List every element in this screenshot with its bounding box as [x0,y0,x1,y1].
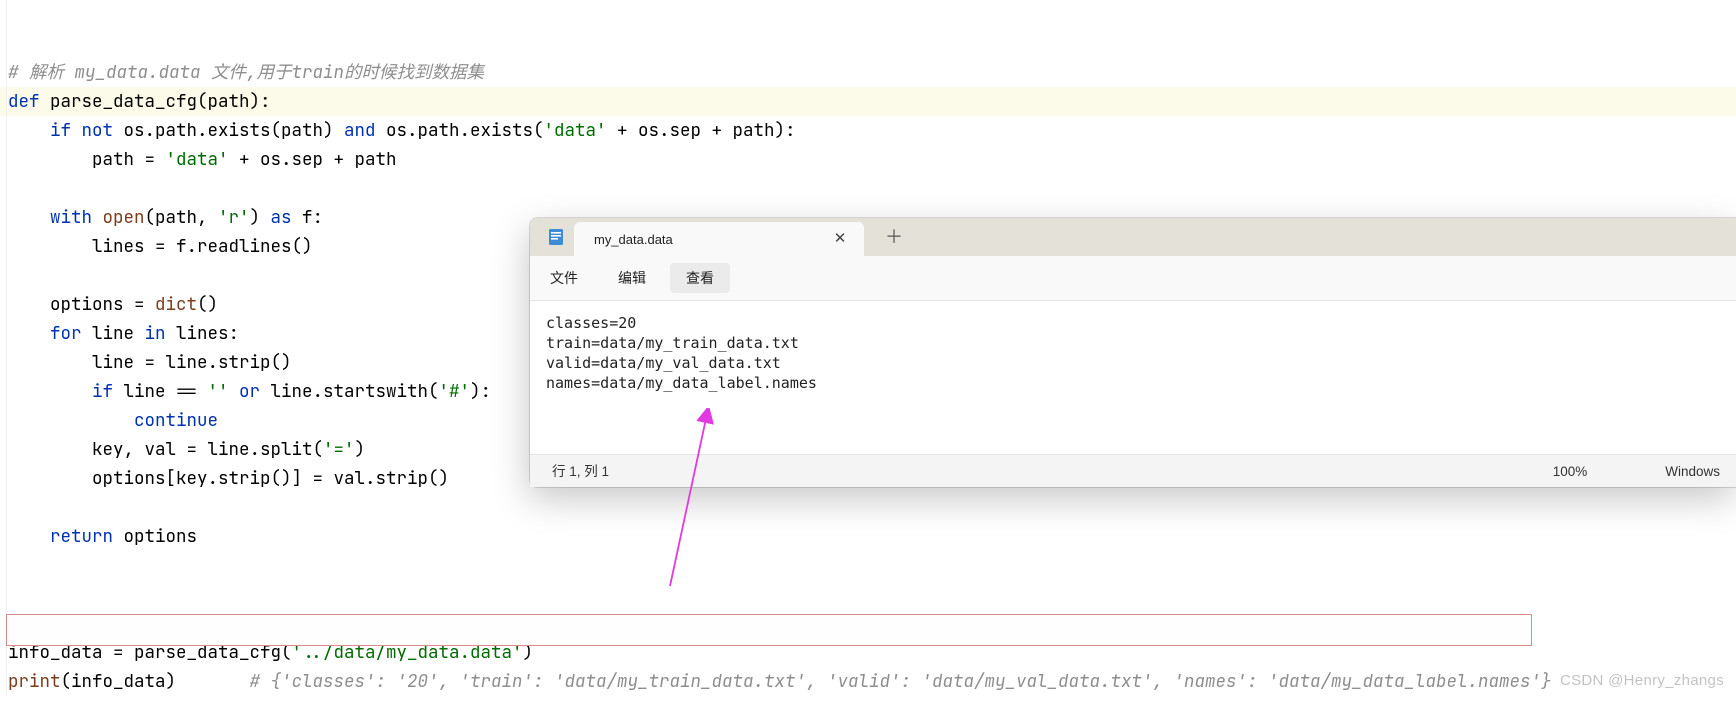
code-line: continue [8,409,218,432]
code-line: line = line.strip() [8,351,292,374]
notepad-app-icon [546,227,566,247]
menu-view[interactable]: 查看 [670,263,730,293]
notepad-content[interactable]: classes=20 train=data/my_train_data.txt … [530,301,1736,454]
status-zoom: 100% [1553,457,1588,486]
status-os: Windows [1665,457,1720,486]
close-icon[interactable]: ✕ [826,225,854,253]
status-cursor-pos: 行 1, 列 1 [552,457,609,486]
code-line: if line == '' or line.startswith('#'): [8,380,491,403]
text-line: classes=20 [546,314,636,332]
code-line: options = dict() [8,293,218,316]
notepad-tab[interactable]: my_data.data ✕ [574,222,864,256]
code-comment: # info = parse_model_cfg('../cfg/my_yolo… [8,612,785,635]
menu-file[interactable]: 文件 [534,263,594,293]
code-line: if not os.path.exists(path) and os.path.… [8,119,796,142]
gutter [0,0,7,696]
code-line: return options [8,525,197,548]
code-line: key, val = line.split('=') [8,438,365,461]
function-def-line: def parse_data_cfg(path): [0,87,1736,116]
code-line: print(info_data) # {'classes': '20', 'tr… [8,670,1552,693]
comment-header: # 解析 my_data.data 文件,用于train的时候找到数据集 [8,61,484,84]
notepad-window[interactable]: my_data.data ✕ ＋ 文件 编辑 查看 classes=20 tra… [530,218,1736,487]
new-tab-button[interactable]: ＋ [876,219,912,255]
notepad-statusbar: 行 1, 列 1 100% Windows [530,454,1736,487]
watermark: CSDN @Henry_zhangs [1560,666,1724,695]
notepad-tab-title: my_data.data [594,225,826,254]
notepad-tabstrip: my_data.data ✕ ＋ [530,218,1736,256]
text-line: valid=data/my_val_data.txt [546,354,781,372]
code-line: lines = f.readlines() [8,235,313,258]
notepad-menubar: 文件 编辑 查看 [530,256,1736,301]
code-line: path = 'data' + os.sep + path [8,148,397,171]
code-line: options[key.strip()] = val.strip() [8,467,449,490]
code-line: info_data = parse_data_cfg('../data/my_d… [8,641,533,664]
code-line: with open(path, 'r') as f: [8,206,323,229]
text-line: names=data/my_data_label.names [546,374,817,392]
menu-edit[interactable]: 编辑 [602,263,662,293]
code-line: for line in lines: [8,322,239,345]
text-line: train=data/my_train_data.txt [546,334,799,352]
